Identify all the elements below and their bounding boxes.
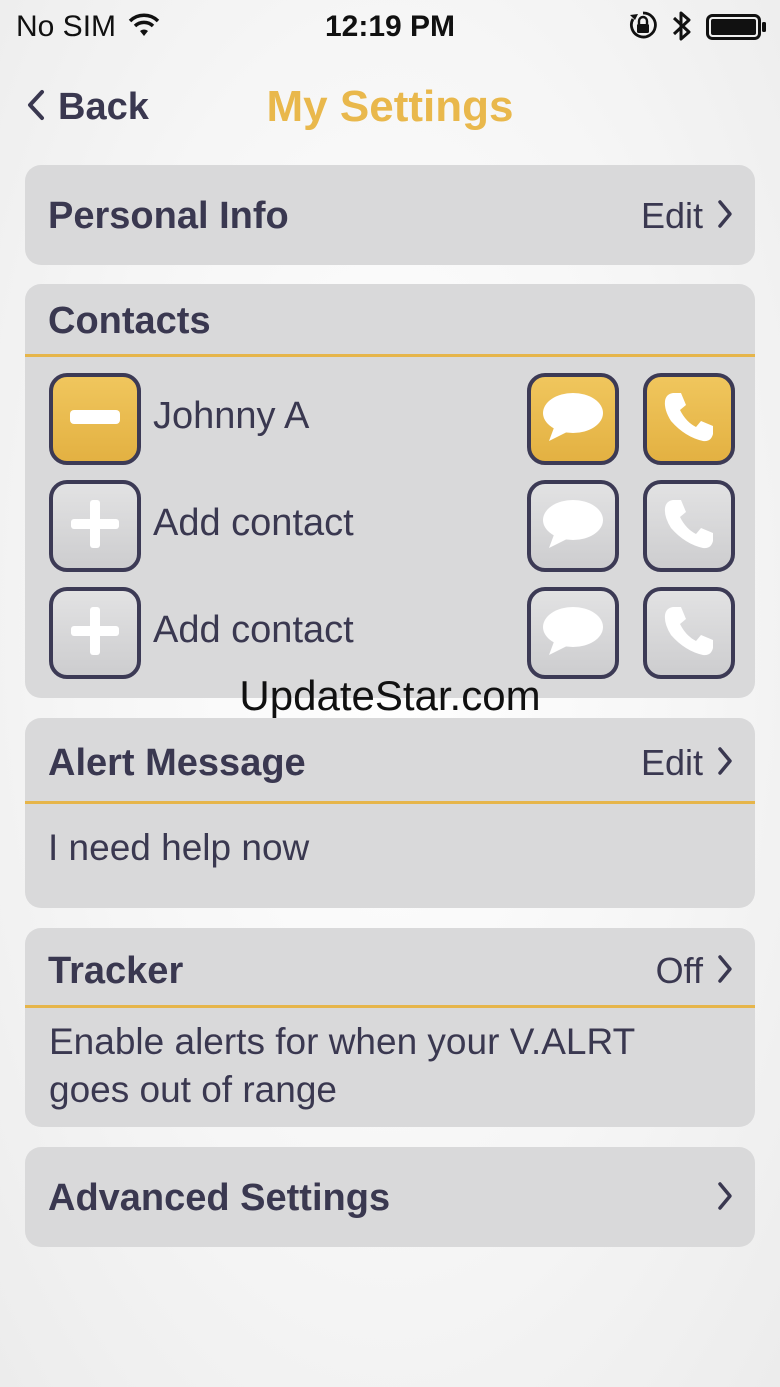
- tracker-description: Enable alerts for when your V.ALRT goes …: [49, 1018, 635, 1114]
- alert-message-edit-label: Edit: [640, 742, 703, 783]
- tracker-status-label: Off: [655, 950, 703, 991]
- clock: 12:19 PM: [324, 10, 456, 43]
- add-contact-button[interactable]: [49, 587, 141, 679]
- contact-name[interactable]: Johnny A: [153, 395, 309, 438]
- navigation-bar: Back My Settings: [0, 70, 780, 142]
- personal-info-edit-button[interactable]: Edit: [641, 195, 733, 237]
- contacts-title: Contacts: [48, 300, 211, 342]
- advanced-settings-title: Advanced Settings: [48, 1177, 391, 1219]
- chevron-right-icon: [717, 746, 733, 781]
- chevron-right-icon: [717, 1181, 733, 1216]
- speech-bubble-icon: [541, 391, 605, 448]
- tracker-card: Tracker Off Enable alerts for when your …: [25, 928, 755, 1127]
- tracker-header: Tracker Off: [25, 928, 755, 1008]
- alert-message-card: Alert Message Edit I need help now: [25, 718, 755, 908]
- advanced-settings-card[interactable]: Advanced Settings: [25, 1147, 755, 1247]
- chevron-right-icon: [717, 954, 733, 989]
- page-title: My Settings: [266, 82, 514, 131]
- contact-name[interactable]: Add contact: [153, 609, 354, 652]
- tracker-title: Tracker: [48, 950, 184, 992]
- phone-icon: [661, 496, 717, 557]
- remove-contact-button[interactable]: [49, 373, 141, 465]
- contact-row: Add contact: [25, 480, 755, 576]
- contacts-card: Contacts Johnny A Add contact Add contac…: [25, 284, 755, 698]
- speech-bubble-icon: [541, 498, 605, 555]
- tracker-description-line: goes out of range: [49, 1069, 337, 1110]
- chevron-right-icon: [717, 199, 733, 234]
- contacts-header: Contacts: [25, 284, 755, 357]
- tracker-toggle-button[interactable]: Off: [656, 950, 733, 992]
- phone-icon: [661, 603, 717, 664]
- tracker-description-line: Enable alerts for when your V.ALRT: [49, 1021, 636, 1062]
- message-contact-button[interactable]: [527, 587, 619, 679]
- speech-bubble-icon: [541, 605, 605, 662]
- add-contact-button[interactable]: [49, 480, 141, 572]
- personal-info-title: Personal Info: [48, 195, 289, 237]
- plus-icon: [71, 606, 119, 660]
- alert-message-title: Alert Message: [48, 742, 306, 784]
- alert-message-text: I need help now: [48, 827, 310, 868]
- alert-message-header: Alert Message Edit: [25, 718, 755, 804]
- contact-row: Johnny A: [25, 373, 755, 469]
- message-contact-button[interactable]: [527, 373, 619, 465]
- plus-icon: [71, 499, 119, 553]
- alert-message-edit-button[interactable]: Edit: [641, 742, 733, 784]
- battery-icon: [706, 14, 768, 45]
- contact-name[interactable]: Add contact: [153, 502, 354, 545]
- call-contact-button[interactable]: [643, 587, 735, 679]
- personal-info-card[interactable]: Personal Info Edit: [25, 165, 755, 265]
- personal-info-edit-label: Edit: [640, 195, 703, 236]
- phone-icon: [661, 389, 717, 450]
- call-contact-button[interactable]: [643, 373, 735, 465]
- bluetooth-icon: [670, 8, 694, 49]
- message-contact-button[interactable]: [527, 480, 619, 572]
- watermark: UpdateStar.com: [239, 672, 541, 719]
- advanced-settings-open-button[interactable]: [717, 1181, 733, 1216]
- minus-icon: [70, 409, 120, 429]
- status-bar: No SIM 12:19 PM: [0, 0, 780, 56]
- call-contact-button[interactable]: [643, 480, 735, 572]
- orientation-lock-icon: [628, 10, 658, 47]
- contact-row: Add contact: [25, 587, 755, 683]
